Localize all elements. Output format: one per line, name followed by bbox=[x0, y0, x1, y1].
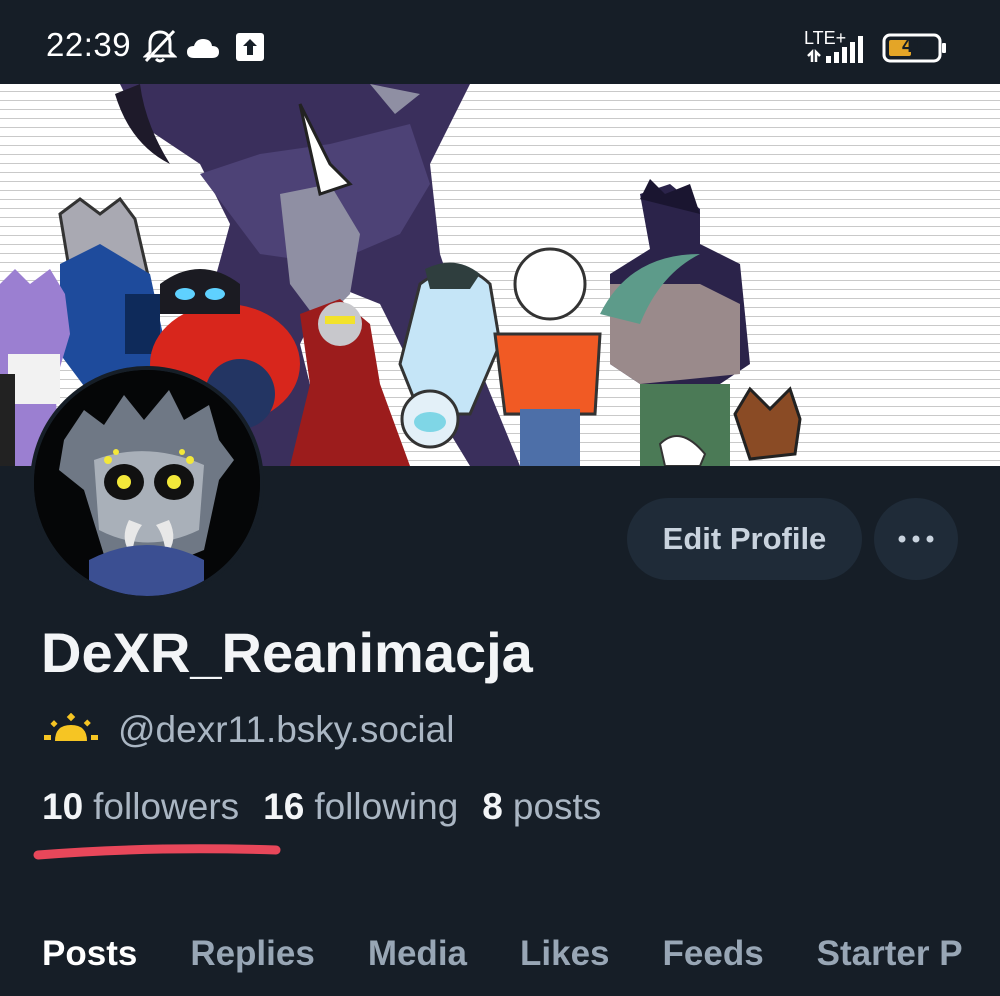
cloud-icon bbox=[186, 37, 220, 64]
more-options-button[interactable] bbox=[874, 498, 958, 580]
sun-emoji-icon bbox=[44, 712, 98, 748]
profile-screen: 22:39 LTE+ 41 Edit Profile DeXR_Reanimac… bbox=[0, 0, 1000, 996]
followers-highlight-underline bbox=[33, 844, 281, 860]
handle: @dexr11.bsky.social bbox=[118, 709, 455, 750]
tab-media[interactable]: Media bbox=[368, 934, 467, 974]
tab-posts[interactable]: Posts bbox=[42, 934, 137, 974]
followers-link[interactable]: 10 followers bbox=[42, 786, 239, 828]
avatar-image bbox=[34, 370, 260, 596]
following-label: following bbox=[314, 786, 459, 827]
profile-tabs: Posts Replies Media Likes Feeds Starter … bbox=[42, 934, 1000, 974]
following-count: 16 bbox=[263, 786, 305, 827]
status-bar: 22:39 LTE+ 41 bbox=[0, 0, 1000, 84]
signal-icon bbox=[806, 34, 872, 69]
more-dots-icon bbox=[898, 530, 934, 548]
avatar[interactable] bbox=[30, 366, 264, 600]
upload-icon bbox=[236, 33, 264, 66]
display-name: DeXR_Reanimacja bbox=[41, 621, 533, 684]
posts-label: posts bbox=[512, 786, 602, 827]
posts-stat: 8 posts bbox=[482, 786, 601, 828]
following-link[interactable]: 16 following bbox=[263, 786, 458, 828]
handle-row: @dexr11.bsky.social bbox=[44, 705, 454, 755]
edit-profile-button[interactable]: Edit Profile bbox=[627, 498, 862, 580]
followers-label: followers bbox=[93, 786, 240, 827]
tab-replies[interactable]: Replies bbox=[190, 934, 315, 974]
followers-count: 10 bbox=[42, 786, 84, 827]
battery-level: 41 bbox=[902, 35, 925, 57]
tab-starter-packs[interactable]: Starter P bbox=[817, 934, 963, 974]
profile-stats: 10 followers 16 following 8 posts bbox=[42, 786, 625, 828]
bell-off-icon bbox=[142, 28, 178, 69]
posts-count: 8 bbox=[482, 786, 503, 827]
status-time: 22:39 bbox=[46, 26, 132, 63]
tab-likes[interactable]: Likes bbox=[520, 934, 610, 974]
tab-feeds[interactable]: Feeds bbox=[663, 934, 764, 974]
